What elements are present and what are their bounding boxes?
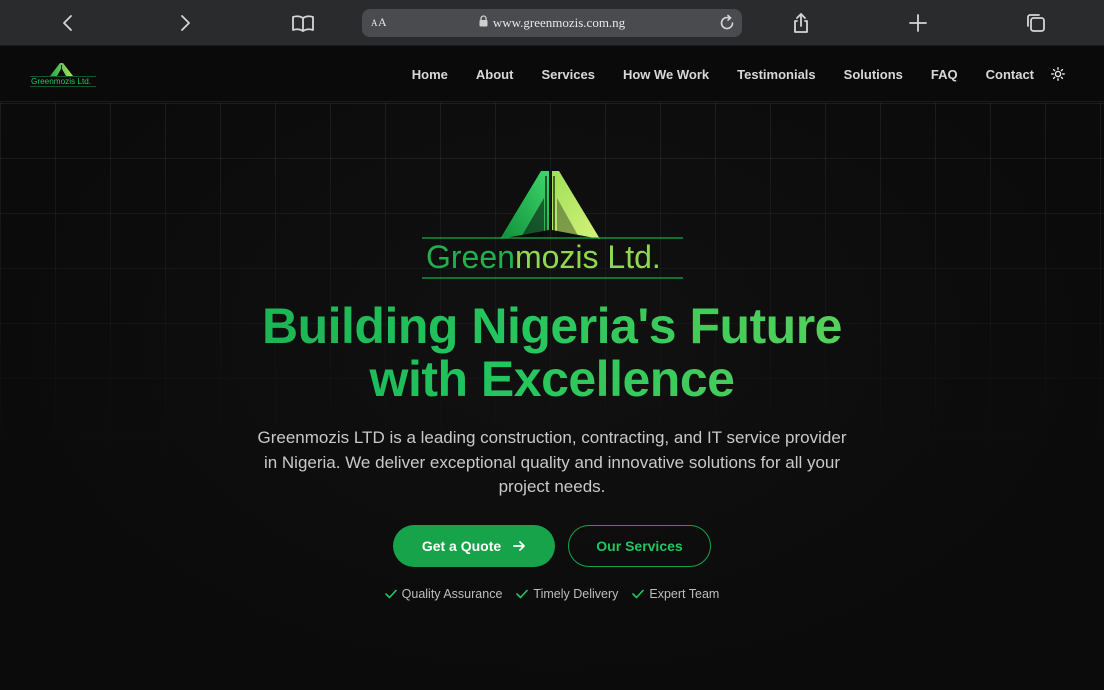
- url-text: www.greenmozis.com.ng: [492, 15, 626, 30]
- our-services-label: Our Services: [596, 538, 683, 554]
- hero-title-line-2: with Excellence: [369, 351, 735, 407]
- feature-list: Quality Assurance Timely Delivery Expert…: [0, 587, 1104, 601]
- bookmarks-button[interactable]: [288, 8, 318, 38]
- hero-title-line-1: Building Nigeria's Future: [262, 298, 842, 354]
- arrow-right-icon: [513, 541, 526, 551]
- nav-menu: Home About Services How We Work Testimon…: [412, 46, 1066, 102]
- sun-icon: [1051, 67, 1065, 81]
- share-button[interactable]: [786, 8, 816, 38]
- back-button[interactable]: [53, 8, 83, 38]
- address-bar[interactable]: AA www.greenmozis.com.ng: [362, 9, 742, 37]
- chevron-right-icon: [181, 15, 190, 31]
- plus-icon: [909, 14, 927, 32]
- feature-label: Expert Team: [649, 587, 720, 601]
- nav-link-solutions[interactable]: Solutions: [844, 67, 903, 82]
- reload-icon: [720, 14, 734, 30]
- url-display[interactable]: www.greenmozis.com.ng: [362, 14, 742, 32]
- new-tab-button[interactable]: [903, 8, 933, 38]
- feature-label: Quality Assurance: [401, 587, 503, 601]
- check-icon: [384, 589, 397, 599]
- svg-text:Greenmozis Ltd.: Greenmozis Ltd.: [426, 239, 661, 275]
- nav-link-how-we-work[interactable]: How We Work: [623, 67, 709, 82]
- hero-description: Greenmozis LTD is a leading construction…: [257, 428, 847, 496]
- hero-logo: Greenmozis Ltd.: [422, 171, 683, 279]
- get-a-quote-button[interactable]: Get a Quote: [393, 525, 555, 567]
- share-icon: [794, 13, 808, 33]
- site-logo[interactable]: Greenmozis Ltd.: [28, 59, 98, 89]
- nav-link-about[interactable]: About: [476, 67, 514, 82]
- hero-title: Building Nigeria's Future with Excellenc…: [0, 300, 1104, 406]
- hero-logo-text-rest: mozis Ltd.: [515, 239, 661, 275]
- site-header: Greenmozis Ltd. Home About Services How …: [0, 46, 1104, 102]
- logo-text: Greenmozis Ltd.: [31, 77, 91, 86]
- get-a-quote-label: Get a Quote: [421, 538, 502, 554]
- reload-button[interactable]: [717, 13, 737, 33]
- feature-label: Timely Delivery: [533, 587, 619, 601]
- hero-logo-text-green: Green: [426, 239, 515, 275]
- theme-toggle-button[interactable]: [1050, 66, 1066, 82]
- tabs-icon: [1027, 14, 1045, 32]
- nav-link-home[interactable]: Home: [412, 67, 448, 82]
- feature-item: Quality Assurance: [384, 587, 503, 601]
- browser-toolbar: AA www.greenmozis.com.ng: [0, 0, 1104, 46]
- feature-item: Timely Delivery: [516, 587, 618, 601]
- hero-section: Greenmozis Ltd. Building Nigeria's Futur…: [0, 103, 1104, 690]
- nav-link-testimonials[interactable]: Testimonials: [737, 67, 816, 82]
- check-icon: [632, 589, 645, 599]
- check-icon: [516, 589, 529, 599]
- nav-link-faq[interactable]: FAQ: [931, 67, 958, 82]
- nav-link-services[interactable]: Services: [541, 67, 595, 82]
- book-icon: [292, 15, 314, 32]
- nav-link-contact[interactable]: Contact: [986, 67, 1034, 82]
- our-services-button[interactable]: Our Services: [568, 525, 711, 567]
- chevron-left-icon: [63, 15, 72, 31]
- forward-button[interactable]: [170, 8, 200, 38]
- tabs-button[interactable]: [1021, 8, 1051, 38]
- lock-icon: [479, 14, 488, 32]
- feature-item: Expert Team: [632, 587, 719, 601]
